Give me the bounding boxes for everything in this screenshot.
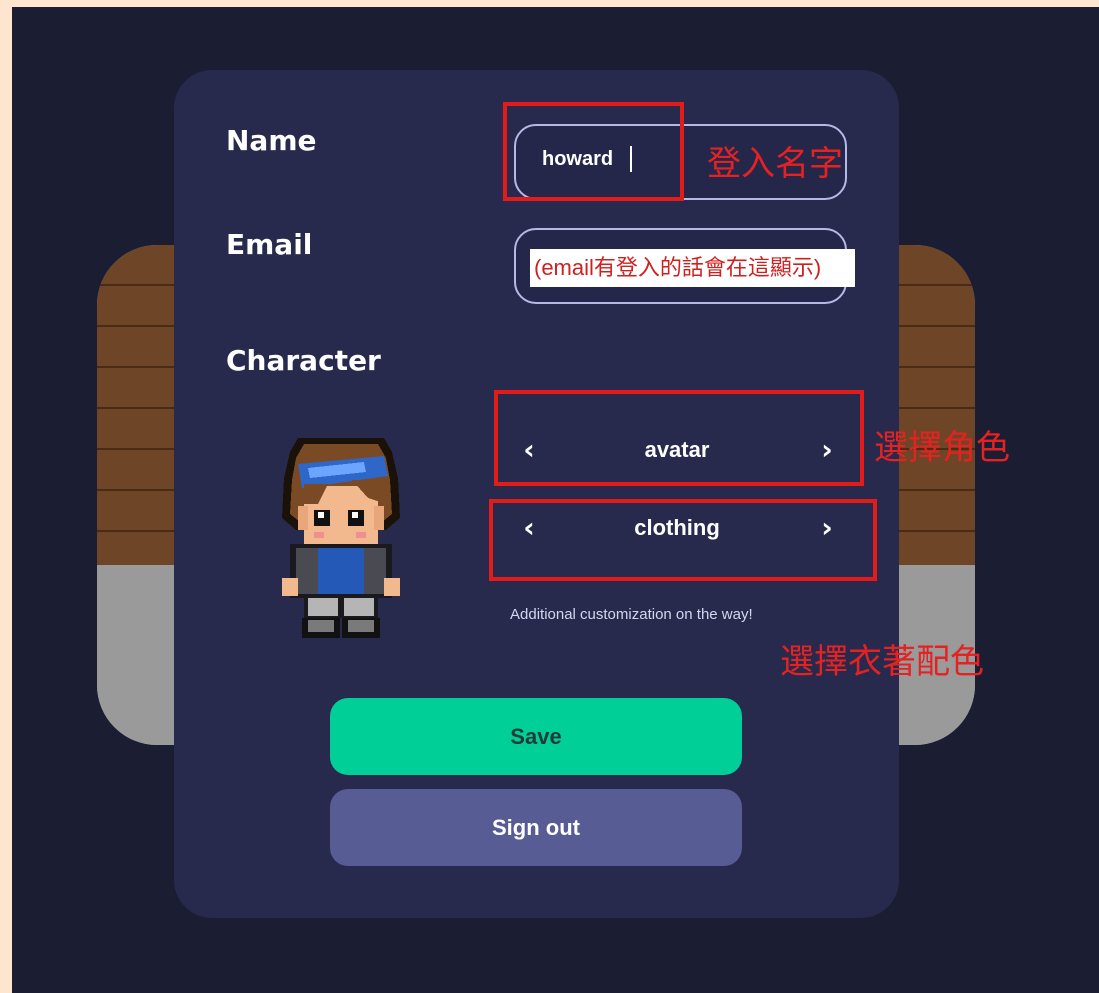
name-input-value: howard xyxy=(542,148,614,170)
text-caret xyxy=(630,146,632,172)
clothing-selector-label: clothing xyxy=(634,515,720,540)
chevron-left-icon[interactable]: ‹ xyxy=(514,433,544,467)
character-label: Character xyxy=(226,344,381,377)
save-button[interactable]: Save xyxy=(330,698,742,775)
email-input[interactable]: (email有登入的話會在這顯示) xyxy=(514,228,855,304)
chevron-right-icon[interactable]: › xyxy=(812,433,842,467)
annotation-clothing-text: 選擇衣著配色 xyxy=(780,642,984,682)
name-label: Name xyxy=(226,124,317,157)
chevron-left-icon[interactable]: ‹ xyxy=(514,511,544,545)
chevron-right-icon[interactable]: › xyxy=(812,511,842,545)
email-placeholder-annotation: (email有登入的話會在這顯示) xyxy=(530,249,855,287)
character-avatar xyxy=(282,438,400,638)
customization-note: Additional customization on the way! xyxy=(510,606,753,623)
annotation-name-text: 登入名字 xyxy=(707,144,843,184)
email-label: Email xyxy=(226,228,313,261)
sign-out-button[interactable]: Sign out xyxy=(330,789,742,866)
clothing-selector: ‹ clothing › xyxy=(502,503,852,553)
annotation-avatar-text: 選擇角色 xyxy=(874,428,1010,468)
avatar-selector-label: avatar xyxy=(644,437,710,462)
avatar-selector: ‹ avatar › xyxy=(502,425,852,475)
